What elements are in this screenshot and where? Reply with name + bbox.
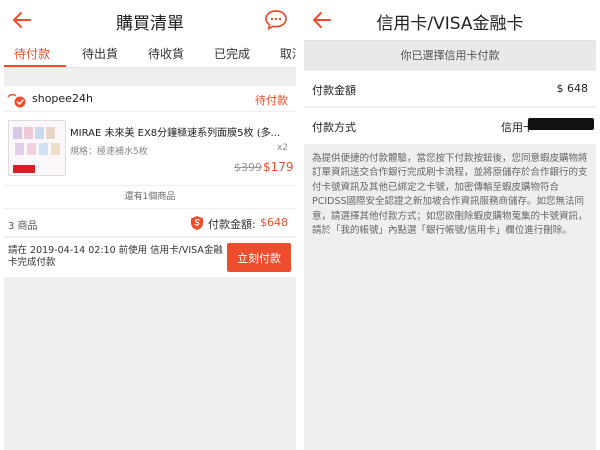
order-card[interactable]: shopee24h 待付款 MIRAE 未來美 EX8分鐘極速系列面膜5枚 (多… [4, 86, 296, 236]
payment-method-label: 付款方式 [312, 121, 356, 134]
redacted-card-number [528, 118, 594, 130]
tab-pending-payment[interactable]: 待付款 [14, 45, 50, 62]
header: 購買清單 [4, 0, 296, 40]
payment-amount-row: 付款金額 $ 648 [304, 71, 596, 107]
total-amount: $648 [260, 216, 288, 229]
tab-to-receive[interactable]: 待收貨 [148, 45, 184, 62]
shop-row: shopee24h 待付款 [4, 86, 296, 112]
more-items-link[interactable]: 還有1個商品 [4, 185, 296, 209]
credit-card-payment-screen: 信用卡/VISA金融卡 你已選擇信用卡付款 付款金額 $ 648 付款方式 信用… [304, 0, 596, 450]
tab-completed[interactable]: 已完成 [214, 45, 250, 62]
tab-cancelled[interactable]: 取消 [280, 45, 296, 62]
active-tab-indicator [4, 65, 66, 67]
total-label: 付款金額: [208, 218, 256, 231]
sale-price: $179 [263, 160, 294, 174]
tab-to-ship[interactable]: 待出貨 [82, 45, 118, 62]
item-count: 3 商品 [8, 221, 38, 232]
product-quantity: x2 [276, 143, 288, 153]
product-thumbnail-icon [9, 121, 65, 175]
selected-method-notice: 你已選擇信用卡付款 [304, 40, 596, 70]
payment-terms-text: 為提供便捷的付款體驗，當您按下付款按鈕後，您同意蝦皮購物將訂單資訊送交合作銀行完… [312, 153, 588, 237]
chat-icon[interactable] [264, 9, 288, 31]
payment-method-row[interactable]: 付款方式 信用卡 [304, 108, 596, 144]
shop-logo-icon [7, 93, 26, 108]
header: 信用卡/VISA金融卡 [304, 0, 596, 40]
payment-amount-value: $ 648 [556, 82, 589, 95]
order-list-screen: 購買清單 待付款 待出貨 待收貨 已完成 取消 shopee24h 待付款 [4, 0, 296, 450]
product-variation: 規格：極速補水5枚 [70, 147, 148, 157]
shield-icon [191, 216, 203, 230]
product-name[interactable]: MIRAE 未來美 EX8分鐘極速系列面膜5枚 (多... [70, 124, 290, 139]
payment-deadline-note: 請在 2019-04-14 02:10 前使用 信用卡/VISA金融卡完成付款 [8, 245, 223, 268]
original-price: $399 [234, 161, 262, 174]
page-title: 購買清單 [116, 14, 184, 34]
shop-name[interactable]: shopee24h [32, 92, 93, 105]
product-image[interactable] [8, 120, 66, 176]
order-summary: 3 商品 付款金額: $648 [4, 210, 296, 236]
order-tabs: 待付款 待出貨 待收貨 已完成 取消 [4, 40, 296, 68]
page-title: 信用卡/VISA金融卡 [376, 14, 524, 34]
payment-amount-label: 付款金額 [312, 84, 356, 97]
order-status: 待付款 [255, 94, 288, 107]
payment-deadline-box: 請在 2019-04-14 02:10 前使用 信用卡/VISA金融卡完成付款 … [4, 237, 296, 277]
pay-now-button[interactable]: 立刻付款 [227, 243, 291, 272]
